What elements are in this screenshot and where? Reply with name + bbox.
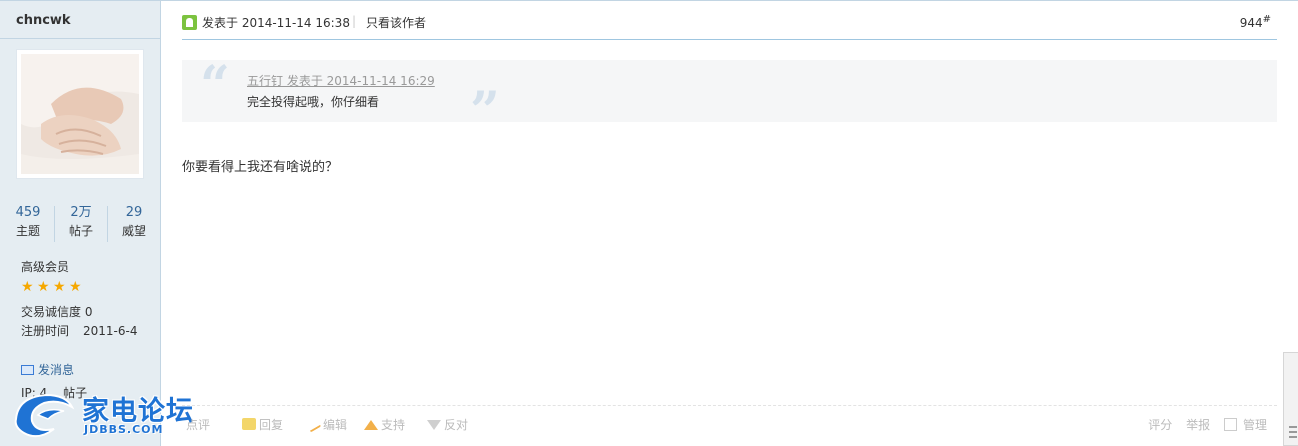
rank-stars: ★ ★ ★ ★	[21, 279, 85, 295]
edit-button[interactable]: 编辑	[306, 416, 348, 433]
avatar[interactable]	[16, 49, 144, 179]
post-header: 发表于 2014-11-14 16:38 | 只看该作者 944#	[182, 14, 1277, 40]
oppose-label: 反对	[444, 418, 469, 432]
thumb-up-icon	[364, 420, 378, 430]
floor-value: 944	[1239, 16, 1263, 30]
star-icon: ★	[53, 279, 66, 295]
quote-open-icon: “	[200, 55, 230, 116]
edit-icon	[306, 419, 322, 433]
menu-icon-line	[1289, 431, 1297, 433]
reply-button[interactable]: 回复	[242, 416, 283, 433]
stat-threads[interactable]: 459 主题	[2, 204, 54, 240]
quote-source[interactable]: 五行钉 发表于 2014-11-14 16:29	[247, 72, 435, 89]
menu-icon-line	[1289, 436, 1297, 438]
manage-label: 管理	[1242, 418, 1267, 432]
user-group[interactable]: 高级会员	[21, 258, 69, 275]
manage-checkbox[interactable]	[1223, 418, 1237, 431]
divider	[0, 38, 160, 39]
user-stats: 459 主题 2万 帖子 29 威望	[0, 204, 160, 244]
rate-label: 点评	[186, 418, 211, 432]
register-value: 2011-6-4	[83, 324, 138, 338]
star-icon: ★	[21, 279, 34, 295]
stat-posts[interactable]: 2万 帖子	[55, 204, 107, 240]
register-time: 注册时间 2011-6-4	[21, 322, 137, 339]
floor-hash: #	[1262, 14, 1271, 25]
stat-posts-count: 2万	[70, 205, 92, 220]
stat-threads-label: 主题	[15, 224, 40, 238]
online-status-icon	[182, 15, 197, 30]
stat-prestige-count: 29	[125, 205, 143, 220]
reply-icon	[242, 418, 256, 430]
menu-icon	[1289, 426, 1297, 428]
star-icon: ★	[37, 279, 50, 295]
stat-prestige-label: 威望	[121, 224, 146, 238]
post-frame: chncwk 459 主题 2万 帖子 29 威望 高级会员 ★ ★ ★ ★ 交…	[0, 0, 1298, 446]
username[interactable]: chncwk	[16, 13, 71, 28]
support-label: 支持	[381, 418, 406, 432]
thumb-down-icon	[427, 420, 441, 430]
side-toolbar[interactable]	[1283, 352, 1298, 446]
stat-threads-count: 459	[15, 205, 41, 220]
reply-label: 回复	[259, 418, 284, 432]
separator: |	[352, 14, 357, 28]
site-logo: 家电论坛 JDBBS.COM	[8, 389, 208, 441]
stat-prestige[interactable]: 29 威望	[108, 204, 160, 240]
send-message-link[interactable]: 发消息	[21, 361, 74, 378]
score-link[interactable]: 评分	[1148, 418, 1172, 432]
user-panel: chncwk 459 主题 2万 帖子 29 威望 高级会员 ★ ★ ★ ★ 交…	[0, 1, 161, 446]
post-admin-actions: 评分 举报 管理	[1138, 416, 1267, 433]
edit-label: 编辑	[323, 418, 348, 432]
trade-credit: 交易诚信度 0	[21, 305, 93, 319]
support-button[interactable]: 支持	[364, 416, 405, 433]
post-time: 发表于 2014-11-14 16:38	[202, 16, 350, 30]
star-icon: ★	[69, 279, 82, 295]
quote-block: “ 五行钉 发表于 2014-11-14 16:29 完全投得起哦，你仔细看 ”	[182, 56, 1277, 142]
quote-text: 完全投得起哦，你仔细看	[247, 95, 380, 109]
rate-button[interactable]: 点评	[186, 416, 210, 433]
logo-domain: JDBBS.COM	[84, 423, 164, 436]
post-body: 你要看得上我还有啥说的？	[182, 160, 339, 175]
post-actions: 点评 回复 编辑 支持 反对 评分 举报 管理	[182, 405, 1277, 441]
register-label: 注册时间	[21, 324, 70, 338]
quote-close-icon: ”	[470, 81, 500, 142]
report-link[interactable]: 举报	[1186, 418, 1210, 432]
logo-swirl-icon	[14, 393, 75, 438]
only-author-link[interactable]: 只看该作者	[366, 14, 426, 31]
send-message-label: 发消息	[38, 363, 75, 377]
stat-posts-label: 帖子	[68, 224, 93, 238]
oppose-button[interactable]: 反对	[427, 416, 468, 433]
floor-number[interactable]: 944#	[1240, 14, 1271, 30]
avatar-image	[21, 54, 139, 174]
mail-icon	[21, 365, 34, 375]
